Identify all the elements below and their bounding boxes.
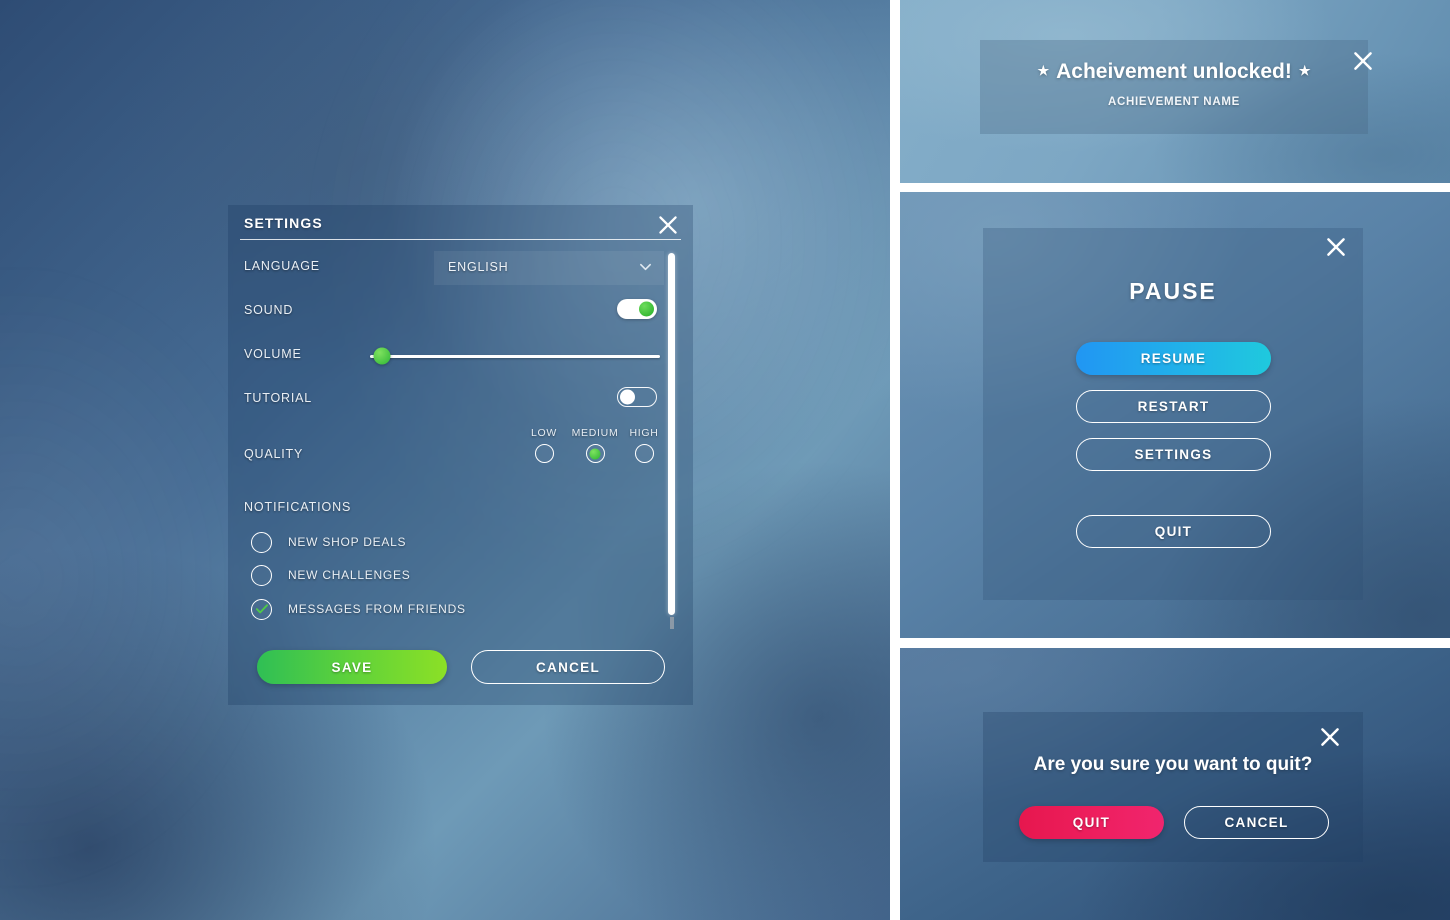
- notifications-heading: NOTIFICATIONS: [244, 500, 352, 514]
- confirm-quit-button[interactable]: QUIT: [1019, 806, 1164, 839]
- close-icon[interactable]: [1323, 234, 1349, 260]
- pause-title: PAUSE: [1129, 278, 1217, 304]
- language-selected-value: ENGLISH: [448, 260, 509, 274]
- checkbox-icon: [251, 564, 272, 586]
- achievement-toast: ★ Acheivement unlocked! ★ ACHIEVEMENT NAME: [980, 40, 1372, 134]
- language-label: LANGUAGE: [244, 259, 320, 273]
- resume-button[interactable]: RESUME: [1076, 342, 1271, 375]
- quality-option-label: LOW: [530, 427, 558, 439]
- checkbox-row-new-shop-deals[interactable]: NEW SHOP DEALS: [251, 530, 406, 554]
- settings-title: SETTINGS: [244, 215, 323, 231]
- radio-icon: [534, 444, 554, 463]
- achievement-title-row: ★ Acheivement unlocked! ★: [980, 60, 1368, 84]
- close-icon[interactable]: [1350, 48, 1376, 74]
- close-icon[interactable]: [1317, 724, 1343, 750]
- checkbox-label: NEW CHALLENGES: [288, 568, 411, 582]
- star-icon: ★: [1037, 63, 1050, 78]
- setting-row-volume: VOLUME: [244, 343, 664, 369]
- panel-divider-top: [900, 183, 1450, 192]
- restart-button[interactable]: RESTART: [1076, 390, 1271, 423]
- language-select[interactable]: ENGLISH: [434, 251, 664, 285]
- toggle-knob: [639, 301, 654, 317]
- settings-body: LANGUAGE ENGLISH SOUND VOLUME TUTORIAL Q…: [228, 245, 693, 705]
- star-icon: ★: [1298, 63, 1311, 78]
- checkbox-icon-checked: [251, 598, 272, 620]
- checkbox-label: NEW SHOP DEALS: [288, 535, 407, 549]
- tutorial-toggle[interactable]: [617, 387, 657, 407]
- radio-icon: [634, 444, 654, 463]
- setting-row-language: LANGUAGE ENGLISH: [244, 251, 664, 285]
- slider-handle[interactable]: [373, 347, 391, 365]
- achievement-title: Acheivement unlocked!: [1056, 60, 1292, 83]
- cancel-button[interactable]: CANCEL: [471, 650, 665, 684]
- column-divider: [890, 0, 900, 920]
- settings-dialog: SETTINGS LANGUAGE ENGLISH SOUND VOLUME T…: [228, 205, 693, 705]
- quality-label: QUALITY: [244, 447, 304, 461]
- cancel-quit-button[interactable]: CANCEL: [1184, 806, 1329, 839]
- quality-radio-group: LOW MEDIUM HIGH: [518, 427, 666, 471]
- quality-option-medium[interactable]: MEDIUM: [569, 427, 621, 468]
- volume-label: VOLUME: [244, 347, 302, 361]
- radio-icon-selected: [585, 444, 605, 463]
- sound-label: SOUND: [244, 303, 294, 317]
- sound-toggle[interactable]: [617, 299, 657, 319]
- quality-option-label: HIGH: [629, 427, 659, 439]
- settings-header: SETTINGS: [228, 205, 693, 245]
- pause-menu: PAUSE RESUME RESTART SETTINGS QUIT: [983, 228, 1363, 600]
- quality-option-label: MEDIUM: [571, 427, 619, 439]
- save-button[interactable]: SAVE: [257, 650, 447, 684]
- quality-option-low[interactable]: LOW: [518, 427, 570, 468]
- setting-row-quality: QUALITY LOW MEDIUM HIGH: [244, 427, 664, 493]
- panel-divider-bottom: [900, 638, 1450, 648]
- quality-option-high[interactable]: HIGH: [618, 427, 670, 468]
- scrollbar-nub: [669, 617, 674, 629]
- header-divider: [240, 239, 681, 240]
- checkbox-row-messages-from-friends[interactable]: MESSAGES FROM FRIENDS: [251, 597, 466, 621]
- setting-row-sound: SOUND: [244, 299, 664, 325]
- achievement-name: ACHIEVEMENT NAME: [1108, 96, 1240, 108]
- tutorial-label: TUTORIAL: [244, 391, 312, 405]
- close-icon[interactable]: [655, 212, 681, 238]
- settings-scrollbar[interactable]: [668, 253, 675, 629]
- checkbox-row-new-challenges[interactable]: NEW CHALLENGES: [251, 563, 411, 587]
- game-ui-screen: SETTINGS LANGUAGE ENGLISH SOUND VOLUME T…: [0, 0, 1450, 920]
- chevron-down-icon: [639, 262, 652, 272]
- slider-track: [370, 355, 660, 358]
- quit-confirm-question: Are you sure you want to quit?: [1033, 754, 1313, 775]
- toggle-knob: [620, 389, 635, 405]
- checkbox-label: MESSAGES FROM FRIENDS: [288, 602, 466, 616]
- quit-button[interactable]: QUIT: [1076, 515, 1271, 548]
- volume-slider[interactable]: [370, 347, 660, 365]
- setting-row-tutorial: TUTORIAL: [244, 387, 664, 413]
- checkbox-icon: [251, 531, 272, 553]
- quit-confirm-dialog: Are you sure you want to quit? QUIT CANC…: [983, 712, 1363, 862]
- scrollbar-thumb[interactable]: [668, 253, 675, 615]
- settings-button[interactable]: SETTINGS: [1076, 438, 1271, 471]
